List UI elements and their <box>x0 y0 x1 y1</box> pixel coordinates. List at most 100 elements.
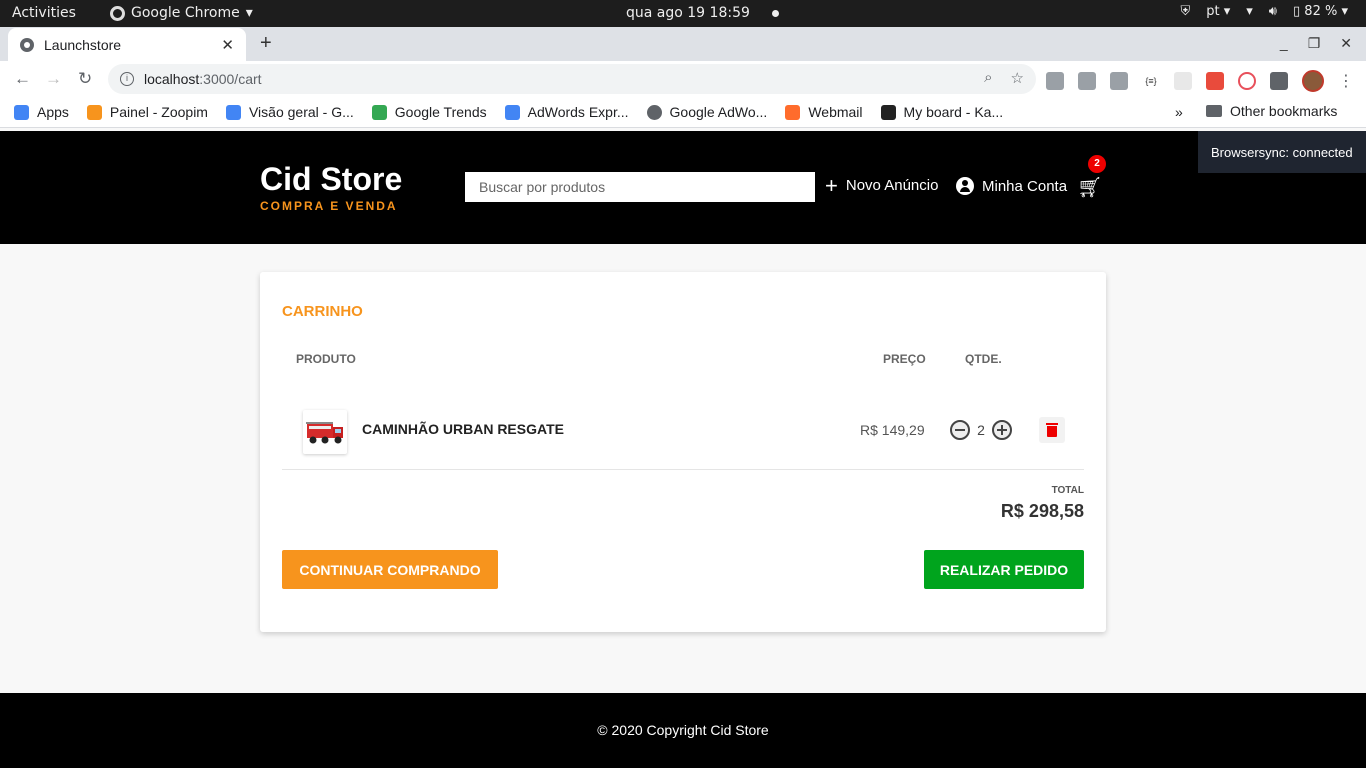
other-bookmarks[interactable]: Other bookmarks <box>1206 103 1337 119</box>
info-icon[interactable]: i <box>120 72 134 86</box>
bookmark-label: Google AdWo... <box>669 104 768 120</box>
kanban-icon <box>880 104 896 120</box>
zoom-icon[interactable]: ⌕ <box>984 69 992 87</box>
plus-icon-vertical <box>1001 425 1003 435</box>
bookmark-kanban[interactable]: My board - Ka... <box>880 104 1003 120</box>
chrome-icon <box>110 5 125 21</box>
place-order-button[interactable]: REALIZAR PEDIDO <box>924 550 1084 589</box>
bookmarks-overflow-button[interactable]: » <box>1175 104 1183 120</box>
extension-icon[interactable] <box>1046 72 1064 90</box>
logo-tagline: COMPRA E VENDA <box>260 199 398 213</box>
new-tab-button[interactable]: + <box>260 32 272 55</box>
decrease-quantity-button[interactable] <box>950 420 970 440</box>
new-ad-label: Novo Anúncio <box>845 177 939 194</box>
site-footer: © 2020 Copyright Cid Store <box>0 693 1366 768</box>
logo[interactable]: Cid Store COMPRA E VENDA <box>260 162 402 213</box>
quantity-stepper: 2 <box>950 420 1012 440</box>
account-link[interactable]: Minha Conta <box>956 177 1067 195</box>
trends-icon <box>371 104 387 120</box>
activities-button[interactable]: Activities <box>12 5 76 21</box>
site-header: Cid Store COMPRA E VENDA + Novo Anúncio … <box>0 131 1366 244</box>
close-window-icon[interactable]: ✕ <box>1340 35 1352 52</box>
trash-icon <box>1046 423 1058 425</box>
clock[interactable]: qua ago 19 18:59 <box>626 5 779 21</box>
window-controls: _ ❐ ✕ <box>1280 35 1352 52</box>
restore-icon[interactable]: ❐ <box>1308 35 1321 52</box>
tab-title: Launchstore <box>44 36 122 53</box>
url-host: localhost <box>144 71 200 87</box>
bookmark-apps[interactable]: Apps <box>14 104 69 120</box>
battery-indicator: ▯ 82 % ▾ <box>1293 4 1348 19</box>
profile-avatar[interactable] <box>1302 70 1324 92</box>
system-tray[interactable]: ⛨ pt ▾ ▾ 🔊︎ ▯ 82 % ▾ <box>1180 4 1348 19</box>
bookmark-zoopim[interactable]: Painel - Zoopim <box>86 104 208 120</box>
close-tab-icon[interactable]: ✕ <box>221 36 234 54</box>
new-ad-link[interactable]: + Novo Anúncio <box>825 173 939 198</box>
battery-level: 82 % <box>1304 4 1338 19</box>
bookmark-label: AdWords Expr... <box>527 104 629 120</box>
plus-icon: + <box>825 173 838 198</box>
bookmark-adwords-express[interactable]: AdWords Expr... <box>504 104 629 120</box>
camera-icon[interactable] <box>1110 72 1128 90</box>
bookmark-adwords[interactable]: Google AdWo... <box>646 104 768 120</box>
extension-icon[interactable] <box>1206 72 1224 90</box>
wifi-icon: ▾ <box>1246 4 1253 19</box>
adwords-icon <box>504 104 520 120</box>
star-icon[interactable]: ☆ <box>1011 69 1024 87</box>
browsersync-notification: Browsersync: connected <box>1198 131 1366 173</box>
increase-quantity-button[interactable] <box>992 420 1012 440</box>
product-thumbnail[interactable] <box>303 410 347 454</box>
clock-text: qua ago 19 18:59 <box>626 5 750 21</box>
extension-icon[interactable] <box>1078 72 1096 90</box>
puzzle-icon[interactable] <box>1270 72 1288 90</box>
app-menu[interactable]: Google Chrome ▾ <box>110 5 253 21</box>
minus-icon <box>955 429 965 431</box>
other-bookmarks-label: Other bookmarks <box>1230 103 1338 119</box>
continue-shopping-button[interactable]: CONTINUAR COMPRANDO <box>282 550 498 589</box>
address-bar[interactable]: i localhost:3000/cart ⌕ ☆ <box>108 64 1036 94</box>
json-extension-icon[interactable]: {≡} <box>1142 72 1160 90</box>
trash-icon-body <box>1047 426 1057 437</box>
account-circle-icon <box>956 177 974 195</box>
fire-truck-image <box>306 422 343 444</box>
remove-item-button[interactable] <box>1039 417 1065 443</box>
logo-title: Cid Store <box>260 161 403 197</box>
url-path: :3000/cart <box>199 71 262 87</box>
bookmark-analytics[interactable]: Visão geral - G... <box>225 104 354 120</box>
language-indicator[interactable]: pt ▾ <box>1206 4 1230 19</box>
os-top-bar: Activities Google Chrome ▾ qua ago 19 18… <box>0 0 1366 27</box>
extension-icon[interactable] <box>1174 72 1192 90</box>
notification-dot-icon <box>771 9 779 17</box>
total-value: R$ 298,58 <box>1000 501 1084 521</box>
folder-icon <box>1206 105 1222 117</box>
cpanel-icon <box>785 104 801 120</box>
tab-strip: Launchstore ✕ + _ ❐ ✕ <box>0 27 1366 61</box>
quantity-value: 2 <box>977 422 985 438</box>
cart-icon[interactable]: 🛒︎ <box>1077 175 1102 200</box>
bookmark-trends[interactable]: Google Trends <box>371 104 487 120</box>
extension-icon[interactable] <box>1238 72 1256 90</box>
product-price: R$ 149,29 <box>860 422 925 438</box>
forward-icon[interactable]: → <box>45 69 62 89</box>
bookmark-webmail[interactable]: Webmail <box>785 104 863 120</box>
globe-icon <box>20 37 34 52</box>
reload-icon[interactable]: ↻ <box>78 69 92 89</box>
cart-title: CARRINHO <box>282 303 363 320</box>
globe-icon <box>646 104 662 120</box>
kebab-menu-icon[interactable]: ⋮ <box>1338 71 1354 91</box>
copyright-text: © 2020 Copyright Cid Store <box>597 722 769 738</box>
account-label: Minha Conta <box>982 177 1068 195</box>
back-icon[interactable]: ← <box>14 69 31 89</box>
tab-launchstore[interactable]: Launchstore ✕ <box>8 28 246 61</box>
bookmarks-bar: Apps Painel - Zoopim Visão geral - G... … <box>0 97 1366 128</box>
total-label: TOTAL <box>1051 485 1084 496</box>
browser-toolbar: ← → ↻ i localhost:3000/cart ⌕ ☆ {≡} ⋮ <box>0 61 1366 97</box>
product-name[interactable]: CAMINHÃO URBAN RESGATE <box>362 421 564 437</box>
minimize-icon[interactable]: _ <box>1280 35 1288 52</box>
google-icon <box>225 104 241 120</box>
cart-card: CARRINHO PRODUTO PREÇO QTDE. CAMINHÃO UR… <box>260 272 1106 632</box>
bookmark-label: Painel - Zoopim <box>109 104 208 120</box>
apps-grid-icon <box>14 104 29 120</box>
search-input[interactable] <box>465 172 815 202</box>
column-header-price: PREÇO <box>883 352 926 366</box>
